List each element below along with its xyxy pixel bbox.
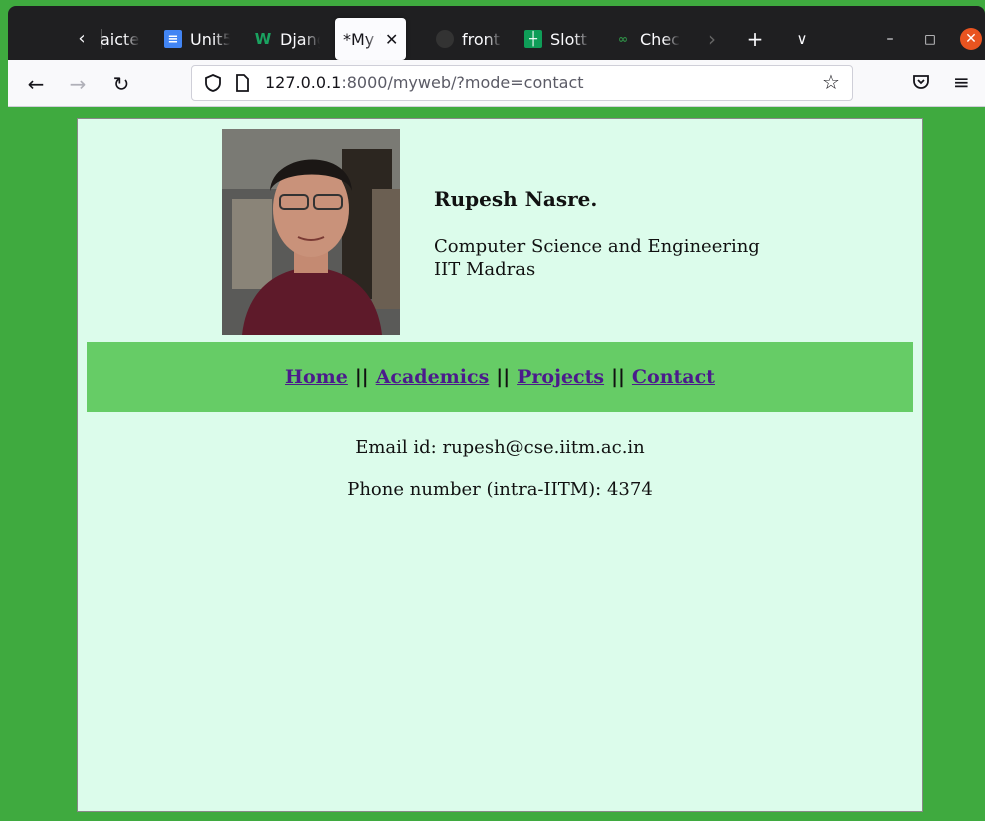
tab-django[interactable]: W Django [254, 18, 320, 60]
navigation-toolbar: ← → ↻ 127.0.0.1:8000/myweb/?mode=contact… [8, 60, 985, 107]
list-all-tabs-button[interactable]: ∨ [788, 26, 816, 52]
institute-line: IIT Madras [434, 259, 536, 280]
reload-button[interactable]: ↻ [107, 70, 135, 98]
close-window-button[interactable]: ✕ [960, 28, 982, 50]
profile-name: Rupesh Nasre. [434, 187, 598, 211]
tab-title: aicte [100, 29, 140, 49]
profile-affiliation: Computer Science and Engineering IIT Mad… [434, 235, 760, 281]
tab-title: Unit5 [190, 29, 230, 49]
tab-chec[interactable]: ∞ Chec [614, 18, 680, 60]
nav-link-home[interactable]: Home [285, 366, 348, 388]
tab-title: Slott [550, 29, 587, 49]
github-icon [436, 30, 454, 48]
profile-photo [222, 129, 400, 335]
back-button[interactable]: ← [22, 70, 50, 98]
url-host: 127.0.0.1 [265, 73, 342, 92]
contact-email: Email id: rupesh@cse.iitm.ac.in [355, 437, 645, 458]
hamburger-menu-icon[interactable]: ≡ [953, 68, 970, 96]
w-icon: W [254, 30, 272, 48]
nav-separator: || [496, 366, 511, 388]
nav-link-contact[interactable]: Contact [632, 366, 715, 388]
tab-front[interactable]: front [436, 18, 502, 60]
tab-aicte[interactable]: aicte [100, 18, 140, 60]
scroll-tabs-left-button[interactable]: ‹ [66, 27, 102, 51]
forward-button[interactable]: → [64, 70, 92, 98]
tab-title: Chec [640, 29, 680, 49]
tab-my-web[interactable]: *My Web ✕ [335, 18, 407, 60]
url-bar[interactable]: 127.0.0.1:8000/myweb/?mode=contact ☆ [191, 65, 853, 101]
tab-title: Django [280, 29, 320, 49]
page-content: Rupesh Nasre. Computer Science and Engin… [77, 118, 923, 812]
url-path: :8000/myweb/?mode=contact [341, 73, 584, 92]
minimize-button[interactable]: – [878, 28, 902, 50]
url-text[interactable]: 127.0.0.1:8000/myweb/?mode=contact [265, 73, 584, 93]
page-icon[interactable] [234, 73, 250, 93]
tab-unit5[interactable]: ≡ Unit5 [164, 18, 230, 60]
new-tab-button[interactable]: + [741, 26, 769, 52]
close-tab-icon[interactable]: ✕ [385, 30, 398, 49]
geeks-icon: ∞ [618, 32, 628, 46]
maximize-button[interactable]: □ [918, 28, 942, 50]
tab-title: front [462, 29, 501, 49]
site-navigation: Home || Academics || Projects || Contact [87, 342, 913, 412]
department-line: Computer Science and Engineering [434, 236, 760, 257]
shield-icon[interactable] [204, 73, 222, 93]
nav-link-academics[interactable]: Academics [376, 366, 490, 388]
tab-slott[interactable]: ┼ Slott [524, 18, 590, 60]
pocket-icon[interactable] [911, 72, 931, 92]
bookmark-star-icon[interactable]: ☆ [822, 70, 840, 94]
tab-title: *My Web [343, 29, 381, 49]
contact-phone: Phone number (intra-IITM): 4374 [347, 479, 653, 500]
scroll-tabs-right-button[interactable]: › [698, 26, 726, 52]
tab-strip: ‹ aicte ≡ Unit5 W Django *My Web ✕ front… [8, 6, 985, 60]
nav-link-projects[interactable]: Projects [517, 366, 604, 388]
docs-icon: ≡ [164, 30, 182, 48]
nav-separator: || [611, 366, 625, 388]
sheets-icon: ┼ [524, 30, 542, 48]
nav-separator: || [354, 366, 369, 388]
